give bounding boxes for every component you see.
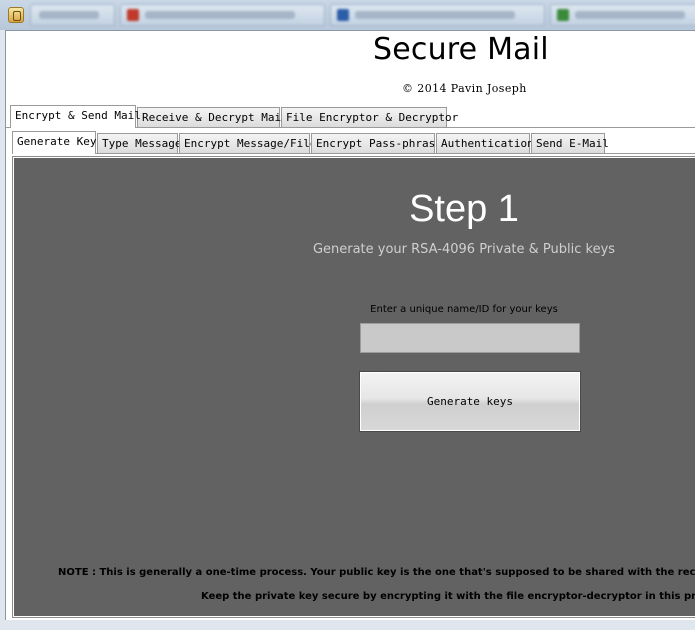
- tab-authentication[interactable]: Authentication: [436, 133, 534, 153]
- main-tab-bar: Encrypt & Send Mail Receive & Decrypt Ma…: [10, 105, 695, 128]
- tab-receive-decrypt-mail[interactable]: Receive & Decrypt Mail: [137, 107, 288, 127]
- java-cup-icon: [8, 7, 24, 23]
- copyright-text: © 2014 Pavin Joseph: [402, 82, 527, 95]
- tab-favicon-icon: [337, 9, 349, 21]
- tab-favicon-icon: [127, 9, 139, 21]
- app-header: Secure Mail © 2014 Pavin Joseph: [6, 31, 695, 103]
- note-text-line-2: Keep the private key secure by encryptin…: [201, 591, 695, 602]
- window-bottom-edge: [0, 620, 695, 630]
- browser-tab-2[interactable]: [330, 4, 545, 26]
- tab-encrypt-pass-phrase[interactable]: Encrypt Pass-phrase: [311, 133, 442, 153]
- app-title: Secure Mail: [373, 32, 549, 67]
- tab-blurred-label: [575, 11, 685, 19]
- browser-tab-0[interactable]: [30, 4, 115, 26]
- note-text-line-1: NOTE : This is generally a one-time proc…: [58, 567, 695, 578]
- browser-tab-1[interactable]: [120, 4, 325, 26]
- sub-tab-baseline: [12, 153, 695, 154]
- tab-blurred-label: [145, 11, 295, 19]
- key-name-label: Enter a unique name/ID for your keys: [370, 304, 558, 315]
- step-subtitle: Generate your RSA-4096 Private & Public …: [312, 242, 616, 257]
- browser-tab-3[interactable]: [550, 4, 695, 26]
- tab-generate-key[interactable]: Generate Key: [12, 131, 96, 154]
- key-name-input[interactable]: [360, 323, 580, 353]
- tab-blurred-label: [355, 11, 515, 19]
- window-titlebar: [0, 0, 695, 30]
- tab-send-email[interactable]: Send E-Mail: [531, 133, 609, 153]
- generate-key-panel: Step 1 Generate your RSA-4096 Private & …: [14, 158, 695, 616]
- tab-file-encryptor-decryptor[interactable]: File Encryptor & Decryptor: [281, 107, 458, 127]
- app-window: Secure Mail © 2014 Pavin Joseph Encrypt …: [5, 30, 695, 620]
- step-title: Step 1: [409, 188, 519, 230]
- tab-encrypt-send-mail[interactable]: Encrypt & Send Mail: [10, 105, 141, 128]
- sub-tab-bar: Generate Key Type Message Encrypt Messag…: [12, 131, 695, 154]
- tab-type-message[interactable]: Type Message: [97, 133, 181, 153]
- tab-blurred-label: [39, 11, 99, 19]
- tab-favicon-icon: [557, 9, 569, 21]
- generate-keys-button[interactable]: Generate keys: [359, 371, 581, 432]
- tab-encrypt-message-file[interactable]: Encrypt Message/File: [179, 133, 316, 153]
